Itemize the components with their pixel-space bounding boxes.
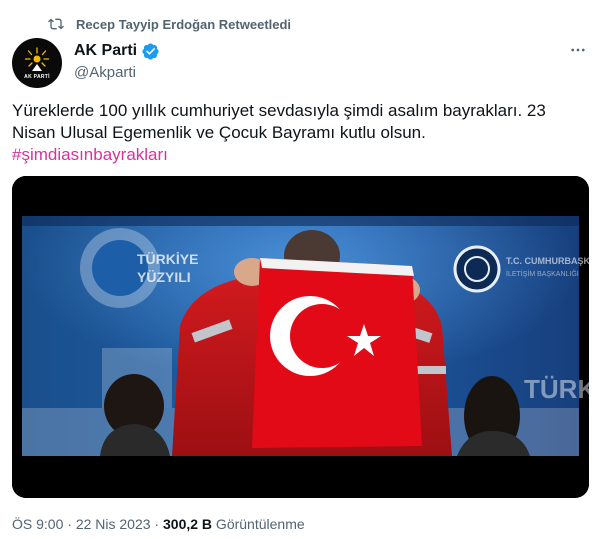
avatar[interactable]: AK PARTİ (12, 38, 62, 88)
tweet-media-video[interactable]: TÜRKİYE YÜZYILI T.C. CUMHURBAŞKANLIĞI İL… (12, 176, 589, 498)
views-label: Görüntülenme (212, 516, 305, 532)
tweet-meta: ÖS 9:00 · 22 Nis 2023 · 300,2 B Görüntül… (12, 516, 305, 532)
retweet-icon (48, 18, 64, 30)
meta-separator: · (63, 516, 76, 532)
tweet-date[interactable]: 22 Nis 2023 (76, 516, 151, 532)
tweet-line-1: Yüreklerde 100 yıllık cumhuriyet sevdası… (12, 101, 546, 120)
right-bottom-text: TÜRKİ (524, 374, 589, 404)
more-options-icon (571, 48, 585, 52)
svg-text:YÜZYILI: YÜZYILI (137, 269, 191, 285)
tweet-time[interactable]: ÖS 9:00 (12, 516, 63, 532)
ak-parti-logo (24, 46, 50, 71)
author-name[interactable]: AK Parti (74, 42, 137, 60)
views-count: 300,2 B (163, 516, 213, 532)
svg-text:İLETİŞİM BAŞKANLIĞI: İLETİŞİM BAŞKANLIĞI (506, 269, 579, 278)
meta-separator: · (150, 516, 163, 532)
right-sign-text: T.C. CUMHURBAŞKANLIĞI (506, 255, 589, 266)
more-options-button[interactable] (568, 40, 588, 60)
left-sign-text: TÜRKİYE (137, 251, 198, 267)
tweet-text: Yüreklerde 100 yıllık cumhuriyet sevdası… (12, 100, 588, 166)
tweet-line-2: Nisan Ulusal Egemenlik ve Çocuk Bayramı … (12, 123, 426, 142)
avatar-text: AK PARTİ (24, 73, 50, 80)
author-block[interactable]: AK Parti @Akparti (74, 40, 160, 81)
retweet-label: Recep Tayyip Erdoğan Retweetledi (76, 16, 292, 32)
hashtag-link[interactable]: #şimdiasınbayrakları (12, 144, 588, 166)
retweet-header[interactable]: Recep Tayyip Erdoğan Retweetledi (48, 14, 291, 34)
author-handle[interactable]: @Akparti (74, 64, 160, 81)
verified-badge-icon (142, 42, 159, 60)
video-thumbnail: TÜRKİYE YÜZYILI T.C. CUMHURBAŞKANLIĞI İL… (12, 176, 589, 498)
